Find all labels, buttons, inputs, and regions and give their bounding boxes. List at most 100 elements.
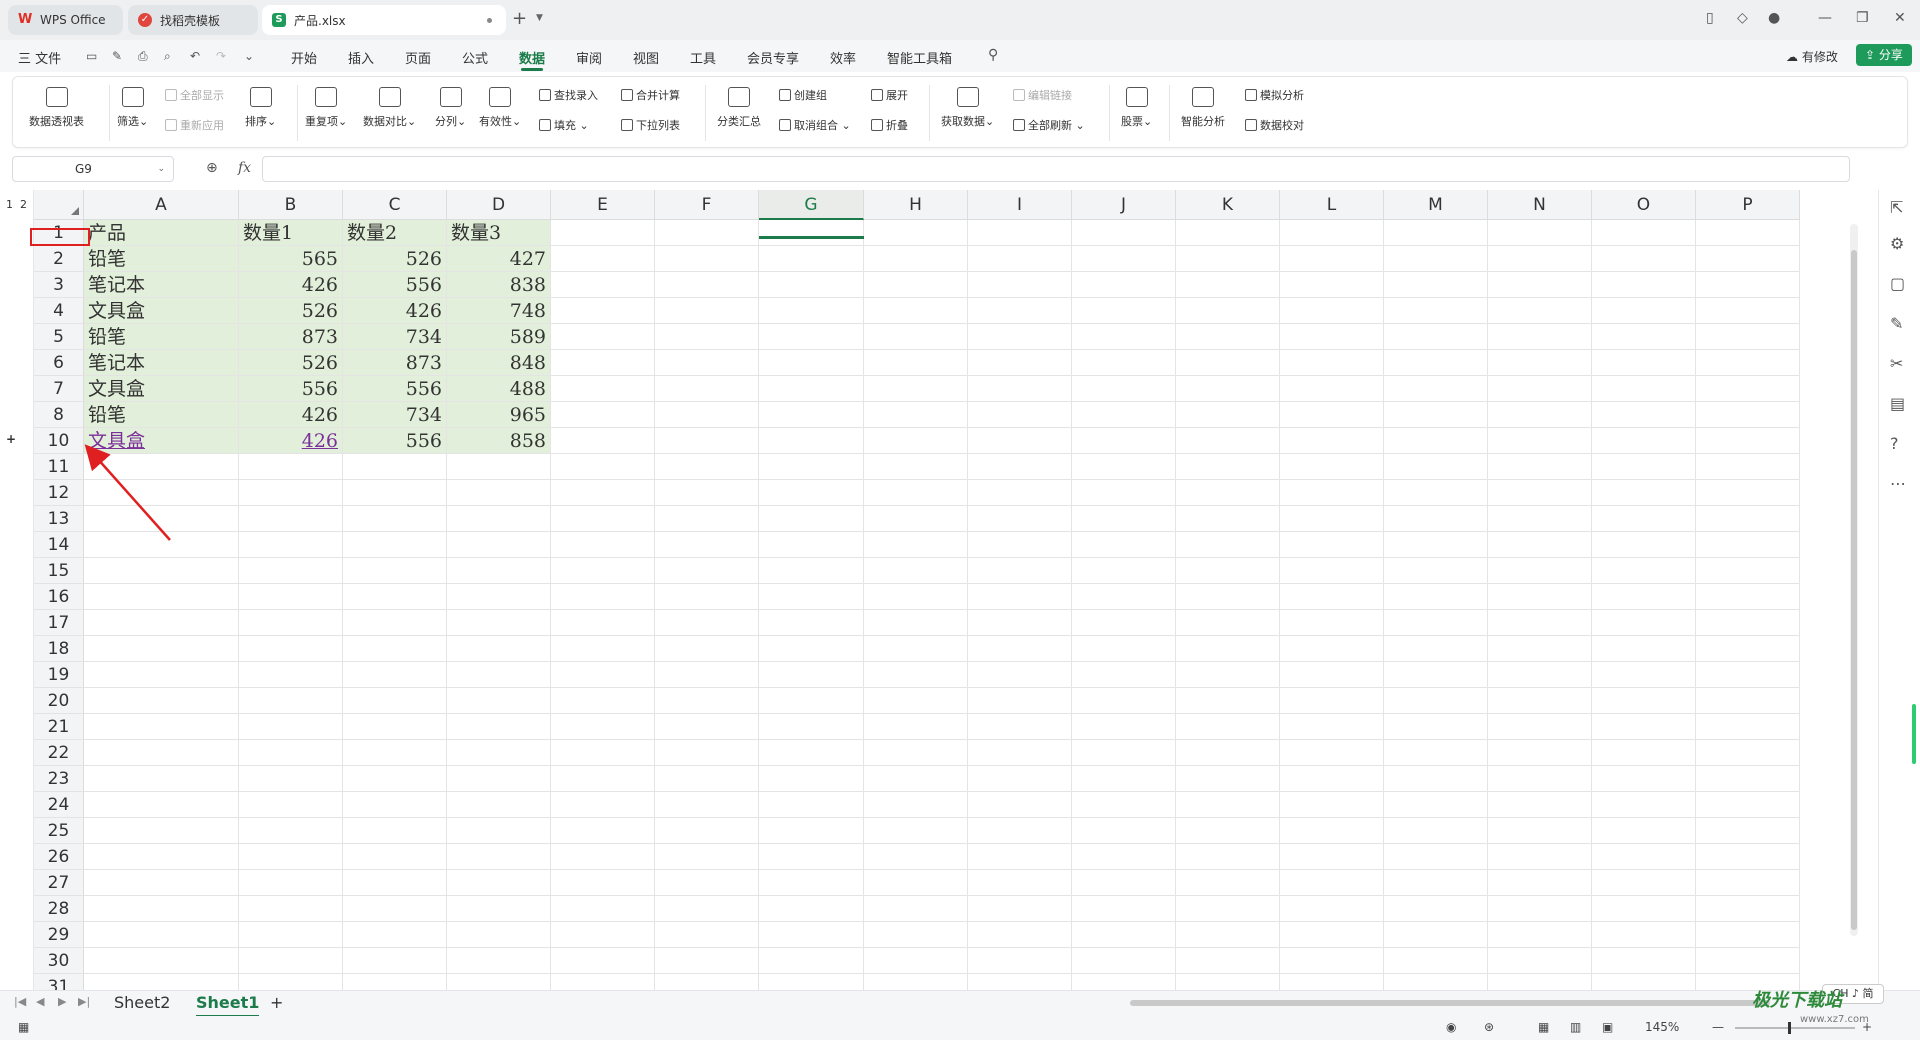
table-cell[interactable]: 848: [447, 350, 551, 376]
empty-cell[interactable]: [759, 584, 864, 610]
help-icon[interactable]: ?: [1890, 434, 1899, 453]
tab-templates[interactable]: ✓ 找稻壳模板: [128, 5, 258, 35]
pivot-table-button[interactable]: 数据透视表: [29, 87, 84, 129]
empty-cell[interactable]: [1072, 220, 1176, 246]
row-header[interactable]: 3: [34, 272, 84, 298]
empty-cell[interactable]: [655, 636, 759, 662]
empty-cell[interactable]: [447, 870, 551, 896]
empty-cell[interactable]: [1072, 896, 1176, 922]
empty-cell[interactable]: [1176, 740, 1280, 766]
empty-cell[interactable]: [759, 350, 864, 376]
empty-cell[interactable]: [1072, 376, 1176, 402]
empty-cell[interactable]: [1696, 272, 1800, 298]
row-header[interactable]: 14: [34, 532, 84, 558]
data-compare-button[interactable]: 数据对比⌄: [363, 87, 416, 129]
empty-cell[interactable]: [1384, 480, 1488, 506]
empty-cell[interactable]: [1280, 688, 1384, 714]
row-header[interactable]: 30: [34, 948, 84, 974]
column-header-b[interactable]: B: [239, 190, 343, 220]
empty-cell[interactable]: [1696, 766, 1800, 792]
row-header[interactable]: 28: [34, 896, 84, 922]
empty-cell[interactable]: [551, 792, 655, 818]
table-cell[interactable]: 铅笔: [84, 246, 239, 272]
eye-icon[interactable]: ◉: [1446, 1020, 1456, 1034]
empty-cell[interactable]: [551, 558, 655, 584]
table-cell[interactable]: 文具盒: [84, 298, 239, 324]
column-header-l[interactable]: L: [1280, 190, 1384, 220]
empty-cell[interactable]: [551, 454, 655, 480]
menu-efficiency[interactable]: 效率: [830, 48, 856, 67]
edit-icon[interactable]: ✎: [1890, 314, 1903, 333]
empty-cell[interactable]: [1072, 480, 1176, 506]
add-sheet-icon[interactable]: +: [270, 993, 283, 1012]
empty-cell[interactable]: [447, 948, 551, 974]
empty-cell[interactable]: [1072, 870, 1176, 896]
row-header[interactable]: 10: [34, 428, 84, 454]
empty-cell[interactable]: [1072, 818, 1176, 844]
empty-cell[interactable]: [1176, 636, 1280, 662]
avatar[interactable]: ●: [1768, 10, 1780, 26]
collapse-button[interactable]: 折叠: [871, 117, 908, 133]
zoom-icon[interactable]: ⊕: [206, 160, 218, 176]
empty-cell[interactable]: [1280, 532, 1384, 558]
row-header[interactable]: 11: [34, 454, 84, 480]
macro-icon[interactable]: ▦: [18, 1020, 29, 1034]
empty-cell[interactable]: [551, 584, 655, 610]
empty-cell[interactable]: [759, 766, 864, 792]
empty-cell[interactable]: [1384, 714, 1488, 740]
column-header-p[interactable]: P: [1696, 190, 1800, 220]
row-header[interactable]: 13: [34, 506, 84, 532]
empty-cell[interactable]: [1592, 818, 1696, 844]
empty-cell[interactable]: [655, 610, 759, 636]
empty-cell[interactable]: [239, 896, 343, 922]
empty-cell[interactable]: [968, 610, 1072, 636]
empty-cell[interactable]: [1072, 298, 1176, 324]
empty-cell[interactable]: [864, 792, 968, 818]
empty-cell[interactable]: [1176, 844, 1280, 870]
empty-cell[interactable]: [968, 324, 1072, 350]
empty-cell[interactable]: [1488, 662, 1592, 688]
empty-cell[interactable]: [655, 688, 759, 714]
empty-cell[interactable]: [864, 870, 968, 896]
empty-cell[interactable]: [1384, 220, 1488, 246]
dropdown-list-button[interactable]: 下拉列表: [621, 117, 680, 133]
empty-cell[interactable]: [1280, 506, 1384, 532]
empty-cell[interactable]: [447, 662, 551, 688]
column-header-c[interactable]: C: [343, 190, 447, 220]
empty-cell[interactable]: [1072, 610, 1176, 636]
empty-cell[interactable]: [1176, 870, 1280, 896]
empty-cell[interactable]: [759, 532, 864, 558]
empty-cell[interactable]: [864, 506, 968, 532]
empty-cell[interactable]: [864, 454, 968, 480]
empty-cell[interactable]: [84, 818, 239, 844]
empty-cell[interactable]: [968, 636, 1072, 662]
empty-cell[interactable]: [84, 844, 239, 870]
table-cell[interactable]: 铅笔: [84, 324, 239, 350]
empty-cell[interactable]: [84, 870, 239, 896]
empty-cell[interactable]: [343, 558, 447, 584]
empty-cell[interactable]: [655, 896, 759, 922]
split-columns-button[interactable]: 分列⌄: [435, 87, 466, 129]
empty-cell[interactable]: [759, 714, 864, 740]
empty-cell[interactable]: [1072, 948, 1176, 974]
column-header-i[interactable]: I: [968, 190, 1072, 220]
row-header[interactable]: 18: [34, 636, 84, 662]
empty-cell[interactable]: [759, 480, 864, 506]
table-cell[interactable]: 笔记本: [84, 272, 239, 298]
row-header[interactable]: 22: [34, 740, 84, 766]
empty-cell[interactable]: [1280, 922, 1384, 948]
empty-cell[interactable]: [84, 610, 239, 636]
empty-cell[interactable]: [1384, 766, 1488, 792]
empty-cell[interactable]: [968, 402, 1072, 428]
empty-cell[interactable]: [759, 272, 864, 298]
table-cell[interactable]: 铅笔: [84, 402, 239, 428]
empty-cell[interactable]: [84, 948, 239, 974]
empty-cell[interactable]: [1592, 454, 1696, 480]
refresh-all-button[interactable]: 全部刷新 ⌄: [1013, 117, 1085, 133]
row-header[interactable]: 29: [34, 922, 84, 948]
empty-cell[interactable]: [864, 688, 968, 714]
empty-cell[interactable]: [84, 740, 239, 766]
empty-cell[interactable]: [1280, 376, 1384, 402]
empty-cell[interactable]: [1488, 376, 1592, 402]
empty-cell[interactable]: [759, 948, 864, 974]
